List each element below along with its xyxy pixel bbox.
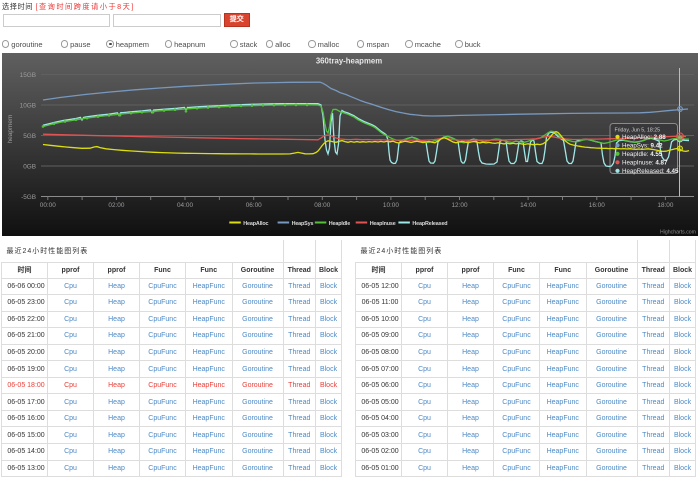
svg-text:HeapReleased: 4.45: HeapReleased: 4.45 <box>622 168 679 175</box>
svg-text:5GB: 5GB <box>23 133 36 140</box>
svg-text:08:00: 08:00 <box>314 202 330 209</box>
svg-text:06:00: 06:00 <box>246 202 262 209</box>
svg-text:16:00: 16:00 <box>589 202 605 209</box>
svg-text:HeapIdle: 4.55: HeapIdle: 4.55 <box>622 151 663 158</box>
svg-text:HeapAlloc: HeapAlloc <box>243 221 268 227</box>
svg-text:02:00: 02:00 <box>108 202 124 209</box>
svg-text:360tray-heapmem: 360tray-heapmem <box>316 57 382 66</box>
svg-text:Friday, Jun 5, 18:25: Friday, Jun 5, 18:25 <box>615 128 661 134</box>
svg-text:12:00: 12:00 <box>452 202 468 209</box>
svg-text:HeapSys: HeapSys <box>292 221 314 227</box>
svg-text:10GB: 10GB <box>20 102 36 109</box>
svg-text:15GB: 15GB <box>20 72 36 79</box>
svg-text:00:00: 00:00 <box>40 202 56 209</box>
svg-text:Highcharts.com: Highcharts.com <box>660 230 696 236</box>
svg-text:0GB: 0GB <box>23 163 36 170</box>
svg-text:14:00: 14:00 <box>520 202 536 209</box>
svg-text:HeapAlloc: 2.88: HeapAlloc: 2.88 <box>622 134 666 141</box>
svg-text:heapmem: heapmem <box>7 115 14 144</box>
svg-text:HeapIdle: HeapIdle <box>329 221 350 227</box>
svg-text:HeapInuse: 4.87: HeapInuse: 4.87 <box>622 160 668 167</box>
svg-text:-5GB: -5GB <box>21 194 36 201</box>
svg-text:04:00: 04:00 <box>177 202 193 209</box>
svg-text:HeapReleased: HeapReleased <box>412 221 447 227</box>
svg-text:HeapSys: 9.42: HeapSys: 9.42 <box>622 143 663 150</box>
svg-text:18:00: 18:00 <box>657 202 673 209</box>
svg-text:10:00: 10:00 <box>383 202 399 209</box>
svg-text:HeapInuse: HeapInuse <box>370 221 396 227</box>
